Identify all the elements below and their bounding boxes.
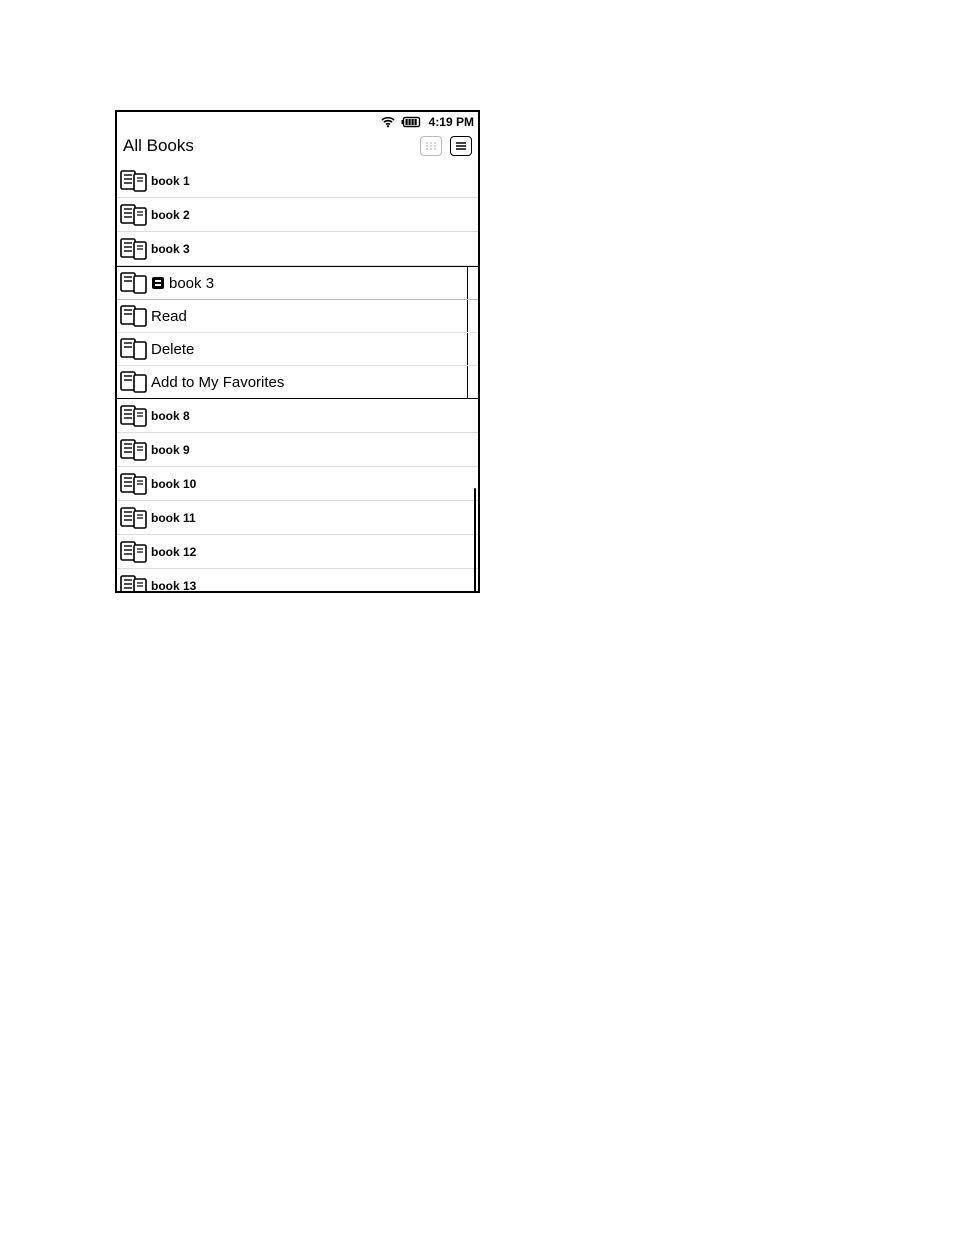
list-item[interactable]: book 3 (117, 232, 478, 266)
context-menu-border (467, 366, 468, 398)
book-icon (119, 203, 149, 227)
book-icon (119, 506, 149, 530)
wifi-icon (381, 116, 395, 128)
context-menu-title-icon (151, 276, 165, 290)
list-item[interactable]: book 9 (117, 433, 478, 467)
book-label: book 13 (151, 579, 196, 592)
book-list: book 1 book 2 (117, 164, 478, 591)
list-item[interactable]: book 10 (117, 467, 478, 501)
book-label: book 11 (151, 511, 196, 525)
book-icon (119, 404, 149, 428)
status-bar: 4:19 PM (117, 112, 478, 132)
grid-view-icon[interactable] (420, 136, 442, 156)
book-icon (119, 237, 149, 261)
list-item[interactable]: book 8 (117, 399, 478, 433)
context-menu-border (467, 267, 468, 299)
book-icon (119, 370, 149, 394)
battery-icon (401, 116, 423, 128)
book-icon (119, 337, 149, 361)
book-icon (119, 169, 149, 193)
book-label: book 12 (151, 545, 196, 559)
context-menu-item-label: Read (151, 308, 187, 325)
book-icon (119, 438, 149, 462)
context-menu-header: book 3 (117, 266, 478, 300)
document-page: 4:19 PM All Books (0, 0, 954, 1235)
book-label: book 1 (151, 174, 190, 188)
context-menu-title: book 3 (169, 275, 214, 292)
context-menu-title-wrap: book 3 (151, 275, 214, 292)
scrollbar[interactable] (474, 488, 476, 591)
page-title: All Books (123, 136, 194, 156)
book-label: book 9 (151, 443, 190, 457)
context-menu-item-label: Delete (151, 341, 194, 358)
context-menu-border (467, 333, 468, 365)
list-view-icon[interactable] (450, 136, 472, 156)
book-label: book 10 (151, 477, 196, 491)
book-icon (119, 271, 149, 295)
book-label: book 3 (151, 242, 190, 256)
book-icon (119, 304, 149, 328)
list-item[interactable]: book 2 (117, 198, 478, 232)
book-label: book 8 (151, 409, 190, 423)
list-item[interactable]: book 13 (117, 569, 478, 591)
context-menu-item-add-favorites[interactable]: Add to My Favorites (117, 366, 478, 399)
book-icon (119, 540, 149, 564)
list-item[interactable]: book 12 (117, 535, 478, 569)
header-actions (420, 136, 472, 156)
context-menu-item-label: Add to My Favorites (151, 374, 284, 391)
book-icon (119, 574, 149, 592)
list-item[interactable]: book 1 (117, 164, 478, 198)
context-menu-border (467, 300, 468, 332)
context-menu-item-read[interactable]: Read (117, 300, 478, 333)
status-time: 4:19 PM (429, 115, 474, 129)
app-header: All Books (117, 132, 478, 164)
book-label: book 2 (151, 208, 190, 222)
list-item[interactable]: book 11 (117, 501, 478, 535)
context-menu-item-delete[interactable]: Delete (117, 333, 478, 366)
device-frame: 4:19 PM All Books (115, 110, 480, 593)
book-icon (119, 472, 149, 496)
